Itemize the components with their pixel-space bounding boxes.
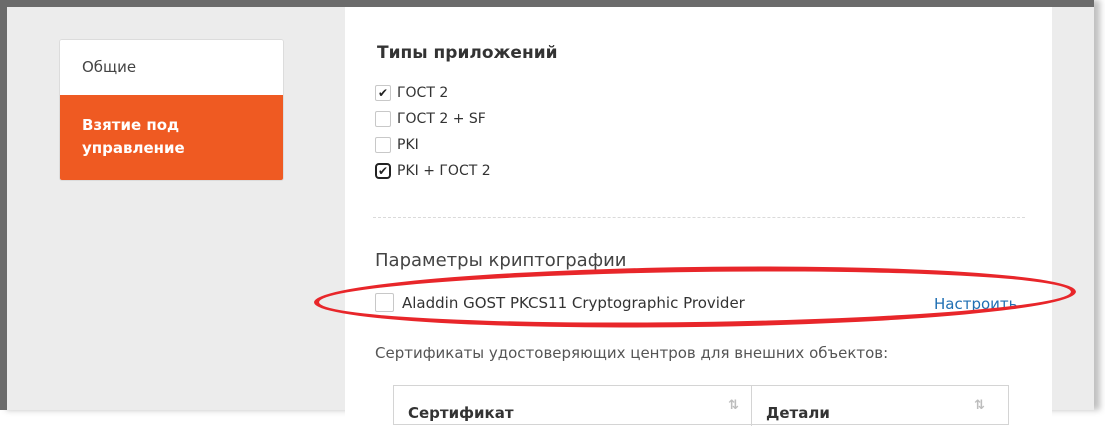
app-type-option-gost2-sf[interactable]: ГОСТ 2 + SF [375, 111, 486, 127]
column-header-certificate[interactable]: Сертификат ⇅ [394, 386, 752, 426]
settings-sidebar: Общие Взятие под управление [59, 39, 284, 181]
sort-icon[interactable]: ⇅ [974, 398, 985, 413]
app-type-option-gost2[interactable]: ✔ ГОСТ 2 [375, 85, 448, 101]
crypto-provider-option[interactable]: Aladdin GOST PKCS11 Cryptographic Provid… [375, 293, 745, 312]
checkbox-pki[interactable] [375, 137, 391, 153]
checkbox-pki-gost2[interactable]: ✔ [375, 163, 391, 179]
option-label: PKI + ГОСТ 2 [397, 163, 491, 179]
app-types-title: Типы приложений [377, 43, 558, 63]
option-label: ГОСТ 2 + SF [397, 111, 486, 127]
configure-link[interactable]: Настроить [934, 295, 1017, 313]
sidebar-item-general[interactable]: Общие [60, 40, 283, 95]
column-header-label: Детали [766, 404, 830, 422]
checkbox-crypto-provider[interactable] [375, 293, 394, 312]
crypto-params-title: Параметры криптографии [375, 250, 627, 271]
checkbox-gost2[interactable]: ✔ [375, 85, 391, 101]
crypto-provider-label: Aladdin GOST PKCS11 Cryptographic Provid… [402, 293, 745, 312]
column-header-label: Сертификат [408, 404, 514, 422]
sort-icon[interactable]: ⇅ [728, 398, 739, 413]
option-label: ГОСТ 2 [397, 85, 449, 101]
certificates-caption: Сертификаты удостоверяющих центров для в… [375, 344, 889, 362]
window-frame: Общие Взятие под управление Типы приложе… [0, 0, 1094, 426]
app-type-option-pki[interactable]: PKI [375, 137, 419, 153]
sidebar-item-management[interactable]: Взятие под управление [60, 95, 283, 180]
check-icon: ✔ [377, 164, 389, 178]
option-label: PKI [397, 137, 419, 153]
app-type-option-pki-gost2[interactable]: ✔ PKI + ГОСТ 2 [375, 163, 491, 179]
checkbox-gost2-sf[interactable] [375, 111, 391, 127]
check-icon: ✔ [377, 86, 389, 100]
settings-content: Типы приложений ✔ ГОСТ 2 ГОСТ 2 + SF PKI… [345, 7, 1052, 426]
column-header-details[interactable]: Детали ⇅ [752, 386, 1008, 426]
section-divider [373, 217, 1025, 218]
certificates-table: Сертификат ⇅ Детали ⇅ [393, 385, 1009, 426]
